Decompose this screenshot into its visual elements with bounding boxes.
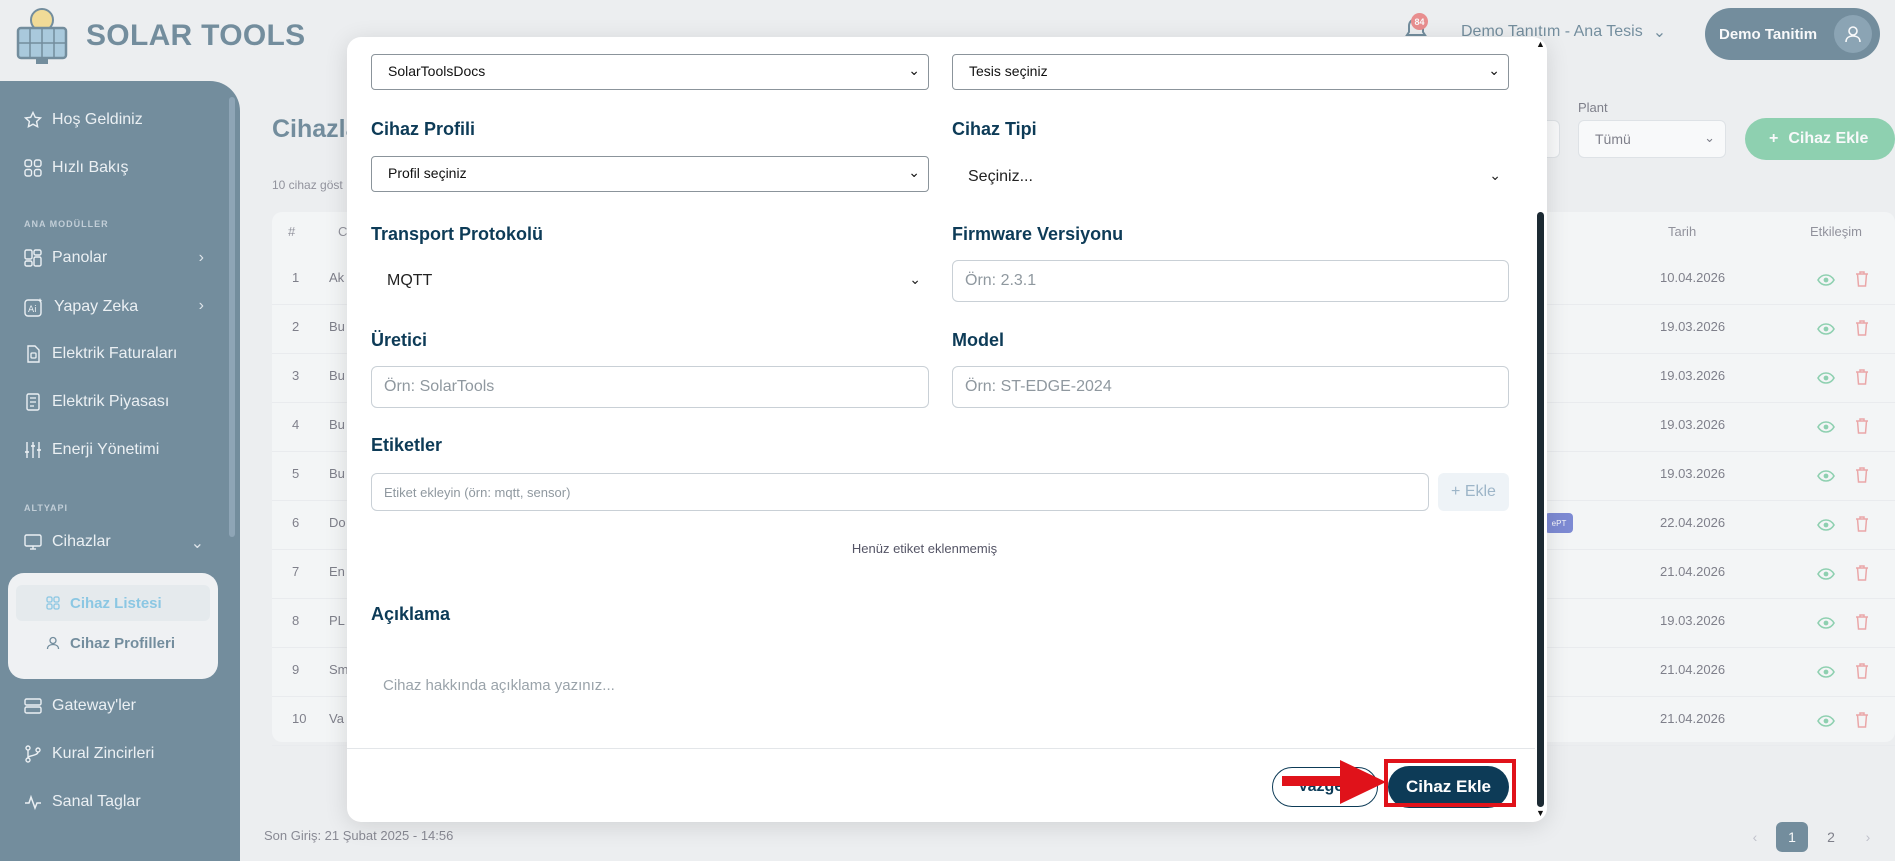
scroll-up-arrow-icon[interactable]: ▲ [1536,39,1545,49]
model-input[interactable]: Örn: ST-EDGE-2024 [952,366,1509,408]
tags-label: Etiketler [371,435,443,455]
manufacturer-input[interactable]: Örn: SolarTools [371,366,929,408]
firmware-version-label: Firmware Versiyonu [952,224,1124,244]
modal-footer-divider [347,748,1535,749]
workspace-select[interactable]: SolarToolsDocs ⌄ [371,54,929,90]
device-profile-label: Cihaz Profili [371,119,476,139]
device-type-label: Cihaz Tipi [952,119,1037,139]
add-device-modal: SolarToolsDocs ⌄ Tesis seçiniz ⌄ Cihaz P… [347,37,1547,822]
chevron-down-icon: ⌄ [908,62,920,78]
transport-protocol-value: MQTT [387,272,433,289]
description-textarea[interactable]: Cihaz hakkında açıklama yazınız... [371,669,1509,749]
scroll-down-arrow-icon[interactable]: ▼ [1536,808,1545,818]
description-label: Açıklama [371,604,451,624]
workspace-value: SolarToolsDocs [388,63,486,79]
plant-value: Tesis seçiniz [969,63,1048,79]
transport-protocol-label: Transport Protokolü [371,224,544,244]
empty-tags-text: Henüz etiket eklenmemiş [851,541,998,556]
firmware-version-input[interactable]: Örn: 2.3.1 [952,260,1509,302]
manufacturer-label: Üretici [371,330,428,350]
device-type-value: Seçiniz... [968,168,1033,185]
modal-scrollbar-thumb[interactable] [1537,212,1544,807]
red-arrow-annotation-icon [1282,760,1386,804]
device-profile-value: Profil seçiniz [388,165,467,181]
tag-input[interactable]: Etiket ekleyin (örn: mqtt, sensor) [371,473,1429,511]
device-type-select[interactable]: Seçiniz... ⌄ [952,158,1509,198]
device-profile-select[interactable]: Profil seçiniz ⌄ [371,156,929,192]
highlight-box [1384,759,1516,807]
chevron-down-icon: ⌄ [1489,167,1501,183]
chevron-down-icon: ⌄ [908,164,920,180]
chevron-down-icon: ⌄ [1488,62,1500,78]
add-tag-button[interactable]: + Ekle [1438,473,1509,511]
model-label: Model [952,330,1004,350]
chevron-down-icon: ⌄ [909,271,921,287]
transport-protocol-select[interactable]: MQTT ⌄ [371,262,929,302]
plant-select[interactable]: Tesis seçiniz ⌄ [952,54,1509,90]
